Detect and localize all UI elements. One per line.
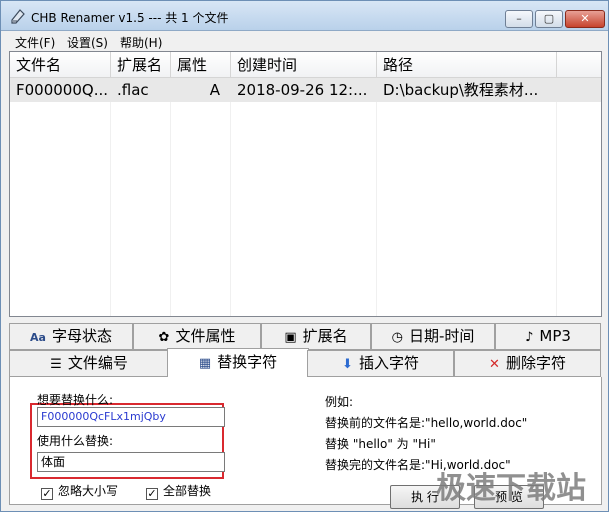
column-filename[interactable]: 文件名 [10, 52, 111, 78]
tab-label: 替换字符 [217, 353, 278, 371]
tab-file-numbering[interactable]: ☰ 文件编号 [9, 350, 169, 377]
numbered-list-icon: ☰ [50, 357, 62, 372]
app-logo-icon [11, 9, 25, 24]
menu-bar: 文件(F) 设置(S) 帮助(H) [1, 31, 608, 51]
maximize-button[interactable]: ▢ [535, 10, 563, 28]
column-path[interactable]: 路径 [377, 52, 557, 78]
find-label: 想要替换什么: [37, 393, 114, 407]
cell-filename: F000000Q... [16, 81, 108, 99]
ignore-case-label: 忽略大小写 [58, 484, 119, 498]
extension-icon: ▣ [284, 330, 297, 345]
insert-arrow-icon: ⬇ [342, 357, 353, 372]
grid-line [376, 78, 377, 316]
tab-label: 文件编号 [67, 354, 128, 372]
find-input[interactable]: F000000QcFLx1mjQby [37, 407, 225, 427]
title-bar: CHB Renamer v1.5 --- 共 1 个文件 – ▢ ✕ [1, 1, 608, 31]
music-note-icon: ♪ [525, 330, 534, 345]
delete-x-icon: ✕ [489, 357, 500, 372]
tab-extension[interactable]: ▣ 扩展名 [261, 323, 371, 350]
letter-case-icon: Aa [30, 331, 46, 344]
file-list[interactable]: 文件名 扩展名 属性 创建时间 路径 F000000Q... .flac A 2… [9, 51, 602, 317]
tab-mp3[interactable]: ♪ MP3 [495, 323, 601, 350]
replace-all-label: 全部替换 [163, 484, 212, 498]
grid-line [170, 78, 171, 316]
example-before: 替换前的文件名是:"hello,world.doc" [325, 416, 528, 430]
tab-label: 文件属性 [175, 327, 236, 345]
tab-label: 字母状态 [51, 327, 112, 345]
menu-help[interactable]: 帮助(H) [120, 34, 162, 51]
tab-label: 插入字符 [358, 354, 419, 372]
list-header: 文件名 扩展名 属性 创建时间 路径 [10, 52, 601, 78]
tab-replace-chars[interactable]: ▦ 替换字符 [167, 348, 309, 379]
replace-label: 使用什么替换: [37, 434, 114, 448]
tab-label: MP3 [539, 327, 571, 345]
grid-line [230, 78, 231, 316]
cell-created: 2018-09-26 12:... [237, 81, 368, 99]
column-created[interactable]: 创建时间 [231, 52, 377, 78]
ignore-case-checkbox[interactable]: ✓ 忽略大小写 [41, 482, 118, 500]
tab-file-attributes[interactable]: ✿ 文件属性 [133, 323, 261, 350]
cell-attribute: A [209, 81, 220, 99]
clock-icon: ◷ [391, 330, 403, 345]
tab-label: 日期-时间 [408, 327, 475, 345]
column-extension[interactable]: 扩展名 [111, 52, 171, 78]
example-title: 例如: [325, 395, 354, 409]
example-rule: 替换 "hello" 为 "Hi" [325, 437, 436, 451]
watermark: 极速下载站 [436, 471, 586, 506]
replace-input[interactable]: 体面 [37, 452, 225, 472]
menu-settings[interactable]: 设置(S) [67, 34, 108, 51]
tab-label: 扩展名 [302, 327, 348, 345]
tab-insert-chars[interactable]: ⬇ 插入字符 [307, 350, 454, 377]
minimize-button[interactable]: – [505, 10, 533, 28]
replace-icon: ▦ [198, 356, 212, 371]
tab-date-time[interactable]: ◷ 日期-时间 [371, 323, 495, 350]
cell-path: D:\backup\教程素材... [383, 81, 539, 99]
attributes-icon: ✿ [158, 330, 170, 345]
tab-strip: Aa 字母状态 ✿ 文件属性 ▣ 扩展名 ◷ 日期-时间 ♪ MP3 ☰ 文件编号 ▦ 替换字… [9, 323, 602, 379]
replace-all-checkbox[interactable]: ✓ 全部替换 [146, 482, 211, 500]
close-button[interactable]: ✕ [565, 10, 605, 28]
tab-label: 删除字符 [505, 354, 566, 372]
checkbox-mark-icon: ✓ [146, 487, 158, 500]
tab-delete-chars[interactable]: ✕ 删除字符 [454, 350, 601, 377]
cell-extension: .flac [117, 81, 149, 99]
checkbox-mark-icon: ✓ [41, 487, 53, 500]
grid-line [110, 78, 111, 316]
column-attribute[interactable]: 属性 [171, 52, 231, 78]
grid-line [556, 78, 557, 316]
app-window: CHB Renamer v1.5 --- 共 1 个文件 – ▢ ✕ 文件(F)… [0, 0, 609, 512]
window-title: CHB Renamer v1.5 --- 共 1 个文件 [31, 11, 229, 25]
menu-file[interactable]: 文件(F) [15, 34, 55, 51]
table-row[interactable]: F000000Q... .flac A 2018-09-26 12:... D:… [10, 78, 601, 102]
tab-letter-case[interactable]: Aa 字母状态 [9, 323, 133, 350]
